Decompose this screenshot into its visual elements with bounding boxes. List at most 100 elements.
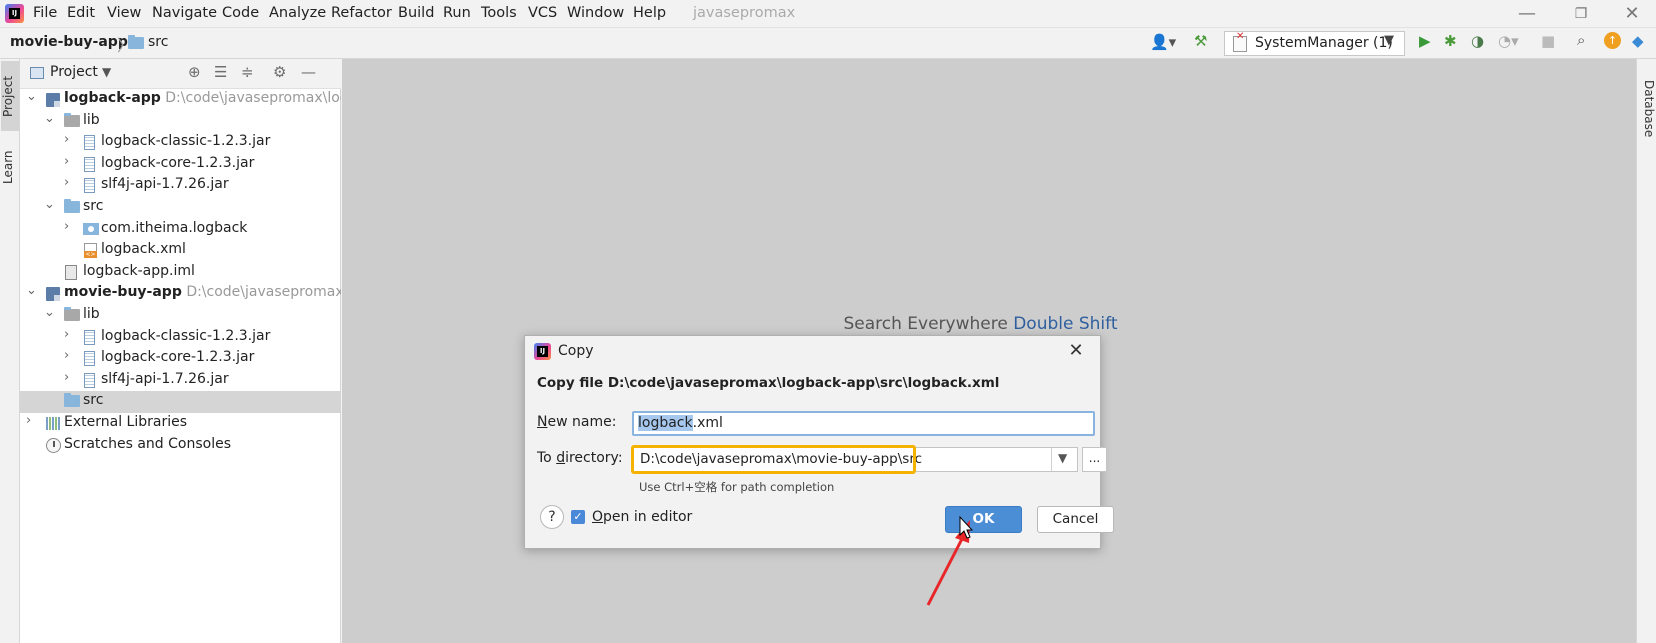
menu-code[interactable]: Code <box>222 5 259 21</box>
menu-vcs[interactable]: VCS <box>528 5 557 21</box>
menu-navigate[interactable]: Navigate <box>152 5 217 21</box>
menu-refactor[interactable]: Refactor <box>331 5 392 21</box>
tree-item-jar[interactable]: › logback-core-1.2.3.jar <box>20 348 341 370</box>
menu-edit[interactable]: Edit <box>67 5 95 21</box>
folder-icon <box>64 393 80 408</box>
hide-icon[interactable]: — <box>301 63 316 81</box>
tree-item-jar[interactable]: › logback-core-1.2.3.jar <box>20 154 341 176</box>
chevron-down-icon[interactable]: ⌄ <box>44 197 55 212</box>
update-icon[interactable]: ↑ <box>1604 32 1621 49</box>
chevron-right-icon[interactable]: › <box>64 370 69 385</box>
tree-label: slf4j-api-1.7.26.jar <box>101 176 229 193</box>
divider <box>1051 448 1052 471</box>
to-directory-label: To directory: <box>537 450 623 466</box>
menu-analyze[interactable]: Analyze <box>269 5 326 21</box>
tree-item-jar[interactable]: › slf4j-api-1.7.26.jar <box>20 175 341 197</box>
run-configuration-select[interactable]: SystemManager (1) ▼ <box>1224 31 1405 56</box>
tool-tab-learn[interactable]: Learn <box>1 137 19 197</box>
menu-build[interactable]: Build <box>398 5 434 21</box>
tree-item-jar[interactable]: › logback-classic-1.2.3.jar <box>20 327 341 349</box>
tree-item-scratches[interactable]: Scratches and Consoles <box>20 435 341 457</box>
search-icon[interactable]: ⌕ <box>1577 31 1585 49</box>
tree-path: D:\code\javasepromax\mc <box>186 284 341 301</box>
chevron-right-icon[interactable]: › <box>64 175 69 190</box>
menu-run[interactable]: Run <box>443 5 471 21</box>
tree-item-lib[interactable]: ⌄ lib <box>20 305 341 327</box>
new-name-input[interactable]: logback.xml <box>632 411 1095 436</box>
jar-icon <box>84 156 95 172</box>
menu-help[interactable]: Help <box>633 5 666 21</box>
jetbrains-toolbox-icon[interactable]: ◆ <box>1632 32 1644 50</box>
collapse-all-icon[interactable]: ≑ <box>241 63 254 81</box>
chevron-right-icon[interactable]: › <box>64 327 69 342</box>
right-tool-strip: Database <box>1636 59 1656 643</box>
left-tool-strip: Project Learn <box>0 59 20 643</box>
minimize-icon[interactable]: — <box>1512 2 1542 26</box>
browse-button[interactable]: ... <box>1082 447 1107 472</box>
jar-icon <box>84 135 95 151</box>
project-panel-title[interactable]: Project <box>50 64 98 80</box>
tool-tab-project[interactable]: Project <box>1 61 19 131</box>
gear-icon[interactable]: ⚙ <box>273 63 286 81</box>
tool-tab-database[interactable]: Database <box>1638 69 1656 149</box>
open-in-editor-checkbox[interactable]: ✓ <box>571 510 585 524</box>
breadcrumb-project[interactable]: movie-buy-app <box>10 34 128 50</box>
profile-icon[interactable]: ◔▾ <box>1498 32 1519 50</box>
chevron-down-icon[interactable]: ⌄ <box>44 111 55 126</box>
ok-button[interactable]: OK <box>945 506 1022 533</box>
tree-item-external-libraries[interactable]: › External Libraries <box>20 413 341 435</box>
tree-label: logback.xml <box>101 241 186 258</box>
tree-item-xml[interactable]: logback.xml <box>20 240 341 262</box>
menu-view[interactable]: View <box>107 5 141 21</box>
debug-icon[interactable]: ✱ <box>1444 32 1457 50</box>
run-icon[interactable]: ▶ <box>1419 32 1431 50</box>
expand-all-icon[interactable]: ☰ <box>214 63 227 81</box>
config-icon <box>1233 31 1247 52</box>
folder-icon <box>128 35 144 49</box>
jar-icon <box>84 351 95 367</box>
chevron-right-icon[interactable]: › <box>64 219 69 234</box>
close-window-icon[interactable]: ✕ <box>1617 2 1647 26</box>
cancel-button[interactable]: Cancel <box>1037 506 1114 533</box>
chevron-right-icon[interactable]: › <box>26 413 31 428</box>
path-completion-hint: Use Ctrl+空格 for path completion <box>639 480 835 494</box>
chevron-down-icon[interactable]: ⌄ <box>26 89 37 104</box>
chevron-right-icon[interactable]: › <box>64 154 69 169</box>
menu-tools[interactable]: Tools <box>481 5 517 21</box>
chevron-down-icon[interactable]: ⌄ <box>26 283 37 298</box>
chevron-down-icon[interactable]: ⌄ <box>44 305 55 320</box>
open-in-editor-label[interactable]: Open in editor <box>592 509 692 525</box>
user-icon[interactable]: 👤▾ <box>1150 33 1176 51</box>
tree-item-logback-app[interactable]: ⌄ logback-app D:\code\javasepromax\logba <box>20 89 341 111</box>
menu-file[interactable]: File <box>33 5 57 21</box>
coverage-icon[interactable]: ◑ <box>1471 32 1484 50</box>
tree-item-iml[interactable]: logback-app.iml <box>20 262 341 284</box>
tree-item-jar[interactable]: › logback-classic-1.2.3.jar <box>20 132 341 154</box>
chevron-down-icon[interactable]: ▼ <box>102 65 111 79</box>
help-button[interactable]: ? <box>540 505 564 529</box>
restore-icon[interactable]: ❐ <box>1566 2 1596 26</box>
chevron-right-icon[interactable]: › <box>64 348 69 363</box>
build-hammer-icon[interactable]: ⚒ <box>1194 32 1207 50</box>
tree-item-movie-buy-app[interactable]: ⌄ movie-buy-app D:\code\javasepromax\mc <box>20 283 341 305</box>
tree-item-lib[interactable]: ⌄ lib <box>20 111 341 133</box>
locate-icon[interactable]: ⊕ <box>188 63 201 81</box>
stop-icon[interactable]: ■ <box>1541 32 1555 50</box>
close-icon[interactable]: ✕ <box>1063 340 1089 364</box>
tree-label: logback-classic-1.2.3.jar <box>101 327 271 344</box>
chevron-down-icon[interactable]: ▼ <box>1058 451 1067 465</box>
tree-item-src[interactable]: ⌄ src <box>20 197 341 219</box>
tree-item-src-selected[interactable]: src <box>20 391 341 413</box>
scratches-icon <box>46 437 61 453</box>
breadcrumb-folder[interactable]: src <box>148 34 168 50</box>
chevron-right-icon[interactable]: › <box>64 132 69 147</box>
hint-shortcut: Double Shift <box>1013 314 1118 334</box>
label-text: pen in editor <box>603 509 693 525</box>
tree-item-package[interactable]: › com.itheima.logback <box>20 219 341 241</box>
menu-window[interactable]: Window <box>567 5 624 21</box>
folder-icon <box>64 112 80 127</box>
mnemonic: N <box>537 414 548 430</box>
jar-icon <box>84 329 95 345</box>
xml-file-icon <box>84 243 97 259</box>
tree-item-jar[interactable]: › slf4j-api-1.7.26.jar <box>20 370 341 392</box>
